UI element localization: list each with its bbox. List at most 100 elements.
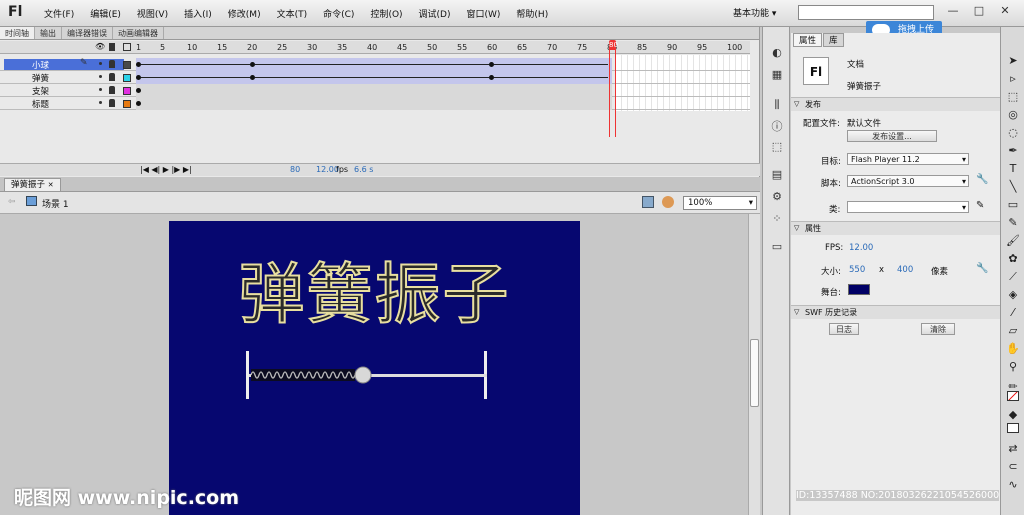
lock-icon[interactable] xyxy=(109,73,115,81)
pencil-icon[interactable]: ✎ xyxy=(976,200,984,211)
playhead-marker[interactable]: 80 xyxy=(609,40,618,50)
layer-name[interactable]: 支架 xyxy=(4,85,124,97)
script-select[interactable]: ActionScript 3.0 xyxy=(847,175,969,187)
fill-swatch[interactable] xyxy=(1007,423,1019,433)
menu-window[interactable]: 窗口(W) xyxy=(459,7,509,20)
height-value[interactable]: 400 xyxy=(897,265,913,275)
minimize-button[interactable]: — xyxy=(942,2,964,20)
close-button[interactable]: ✕ xyxy=(994,2,1016,20)
deco-tool-icon[interactable]: ✿ xyxy=(1005,251,1021,266)
history-icon[interactable]: ▭ xyxy=(770,241,784,253)
stage[interactable]: 弹簧振子 xyxy=(169,221,580,515)
tab-output[interactable]: 输出 xyxy=(35,27,62,39)
color-icon[interactable]: ◐ xyxy=(770,47,784,59)
tab-timeline[interactable]: 时间轴 xyxy=(0,27,35,39)
tab-motion-editor[interactable]: 动画编辑器 xyxy=(113,27,164,39)
eraser-icon[interactable]: ▱ xyxy=(1005,323,1021,338)
layer-frames[interactable] xyxy=(136,71,612,84)
maximize-button[interactable]: □ xyxy=(968,2,990,20)
tab-library[interactable]: 库 xyxy=(823,33,844,47)
menu-control[interactable]: 控制(O) xyxy=(362,7,410,20)
swap-colors-icon[interactable]: ⇄ xyxy=(1005,441,1021,456)
width-value[interactable]: 550 xyxy=(849,265,865,275)
brush-tool-icon[interactable]: 🖌 xyxy=(1005,233,1021,248)
scene-label[interactable]: 场景 1 xyxy=(42,197,69,210)
smooth-icon[interactable]: ∿ xyxy=(1005,477,1021,492)
clear-button[interactable]: 清除 xyxy=(921,323,955,335)
layer-row[interactable]: 小球 ✎ xyxy=(0,58,750,71)
search-input[interactable] xyxy=(798,5,934,20)
pencil-tool-icon[interactable]: ✎ xyxy=(1005,215,1021,230)
tab-close-icon[interactable]: ✕ xyxy=(48,181,54,189)
lock-icon[interactable] xyxy=(109,43,115,51)
fps-value[interactable]: 12.00 xyxy=(849,243,873,253)
layer-color-swatch[interactable] xyxy=(123,61,131,69)
menu-debug[interactable]: 调试(D) xyxy=(411,7,459,20)
back-arrow-icon[interactable]: ⇦ xyxy=(8,197,16,207)
swf-history-section[interactable]: SWF 历史记录 xyxy=(791,305,1000,319)
motion-presets-icon[interactable]: ⁘ xyxy=(770,213,784,225)
properties-section[interactable]: 属性 xyxy=(791,221,1000,235)
stage-title[interactable]: 弹簧振子 xyxy=(169,241,580,337)
lasso-icon[interactable]: ◌ xyxy=(1005,125,1021,140)
spring-oscillator-graphic[interactable] xyxy=(239,347,499,403)
menu-edit[interactable]: 编辑(E) xyxy=(82,7,129,20)
layer-color-swatch[interactable] xyxy=(123,87,131,95)
components-icon[interactable]: ⚙ xyxy=(770,191,784,203)
layer-color-swatch[interactable] xyxy=(123,100,131,108)
wrench-icon[interactable]: 🔧 xyxy=(976,263,988,274)
tab-compiler-errors[interactable]: 编译器错误 xyxy=(62,27,113,39)
visible-dot[interactable] xyxy=(99,75,102,78)
text-tool-icon[interactable]: T xyxy=(1005,161,1021,176)
menu-help[interactable]: 帮助(H) xyxy=(508,7,556,20)
keyframe[interactable] xyxy=(136,101,141,106)
paint-bucket-icon[interactable]: ◈ xyxy=(1005,287,1021,302)
playback-controls[interactable]: |◀ ◀| ▶ |▶ ▶| xyxy=(140,165,192,174)
layer-frames[interactable] xyxy=(136,84,612,97)
subselection-tool-icon[interactable]: ▹ xyxy=(1005,71,1021,86)
visible-dot[interactable] xyxy=(99,101,102,104)
vertical-scrollbar[interactable] xyxy=(748,214,760,515)
layer-frames[interactable] xyxy=(136,58,612,71)
swatches-icon[interactable]: ▦ xyxy=(770,69,784,81)
menu-file[interactable]: 文件(F) xyxy=(36,7,82,20)
align-icon[interactable]: ⫼ xyxy=(770,99,784,111)
tab-properties[interactable]: 属性 xyxy=(793,33,823,47)
line-tool-icon[interactable]: ╲ xyxy=(1005,179,1021,194)
rectangle-tool-icon[interactable]: ▭ xyxy=(1005,197,1021,212)
stage-color-swatch[interactable] xyxy=(848,284,870,295)
layer-row[interactable]: 弹簧 xyxy=(0,71,750,84)
current-frame[interactable]: 80 xyxy=(290,165,300,174)
publish-settings-button[interactable]: 发布设置... xyxy=(847,130,937,142)
scroll-thumb[interactable] xyxy=(750,339,759,407)
menu-modify[interactable]: 修改(M) xyxy=(220,7,269,20)
layer-color-swatch[interactable] xyxy=(123,74,131,82)
wrench-icon[interactable]: 🔧 xyxy=(976,174,988,185)
transform-icon[interactable]: ⬚ xyxy=(770,141,784,153)
selection-tool-icon[interactable]: ➤ xyxy=(1005,53,1021,68)
lock-icon[interactable] xyxy=(109,99,115,107)
layer-row[interactable]: 标题 xyxy=(0,97,750,110)
eyedropper-icon[interactable]: ⁄ xyxy=(1005,305,1021,320)
layer-name[interactable]: 小球 xyxy=(4,59,124,71)
stroke-swatch[interactable] xyxy=(1007,391,1019,401)
free-transform-icon[interactable]: ⬚ xyxy=(1005,89,1021,104)
target-select[interactable]: Flash Player 11.2 xyxy=(847,153,969,165)
edit-scene-icon[interactable] xyxy=(642,196,654,208)
snap-icon[interactable]: ⊂ xyxy=(1005,459,1021,474)
code-snippets-icon[interactable]: ▤ xyxy=(770,169,784,181)
log-button[interactable]: 日志 xyxy=(829,323,859,335)
layer-name[interactable]: 标题 xyxy=(4,98,124,110)
hand-tool-icon[interactable]: ✋ xyxy=(1005,341,1021,356)
timeline-ruler[interactable]: 👁 1 5 10 15 20 25 30 35 40 45 50 55 60 6… xyxy=(0,41,750,54)
layer-name[interactable]: 弹簧 xyxy=(4,72,124,84)
document-tab[interactable]: 弹簧振子 ✕ xyxy=(4,178,61,191)
visible-dot[interactable] xyxy=(99,88,102,91)
layer-row[interactable]: 支架 xyxy=(0,84,750,97)
zoom-select[interactable]: 100% ▾ xyxy=(683,196,757,210)
eye-icon[interactable]: 👁 xyxy=(95,42,105,51)
outline-icon[interactable] xyxy=(123,43,131,51)
pen-tool-icon[interactable]: ✒ xyxy=(1005,143,1021,158)
layer-frames[interactable] xyxy=(136,97,612,110)
menu-text[interactable]: 文本(T) xyxy=(269,7,316,20)
